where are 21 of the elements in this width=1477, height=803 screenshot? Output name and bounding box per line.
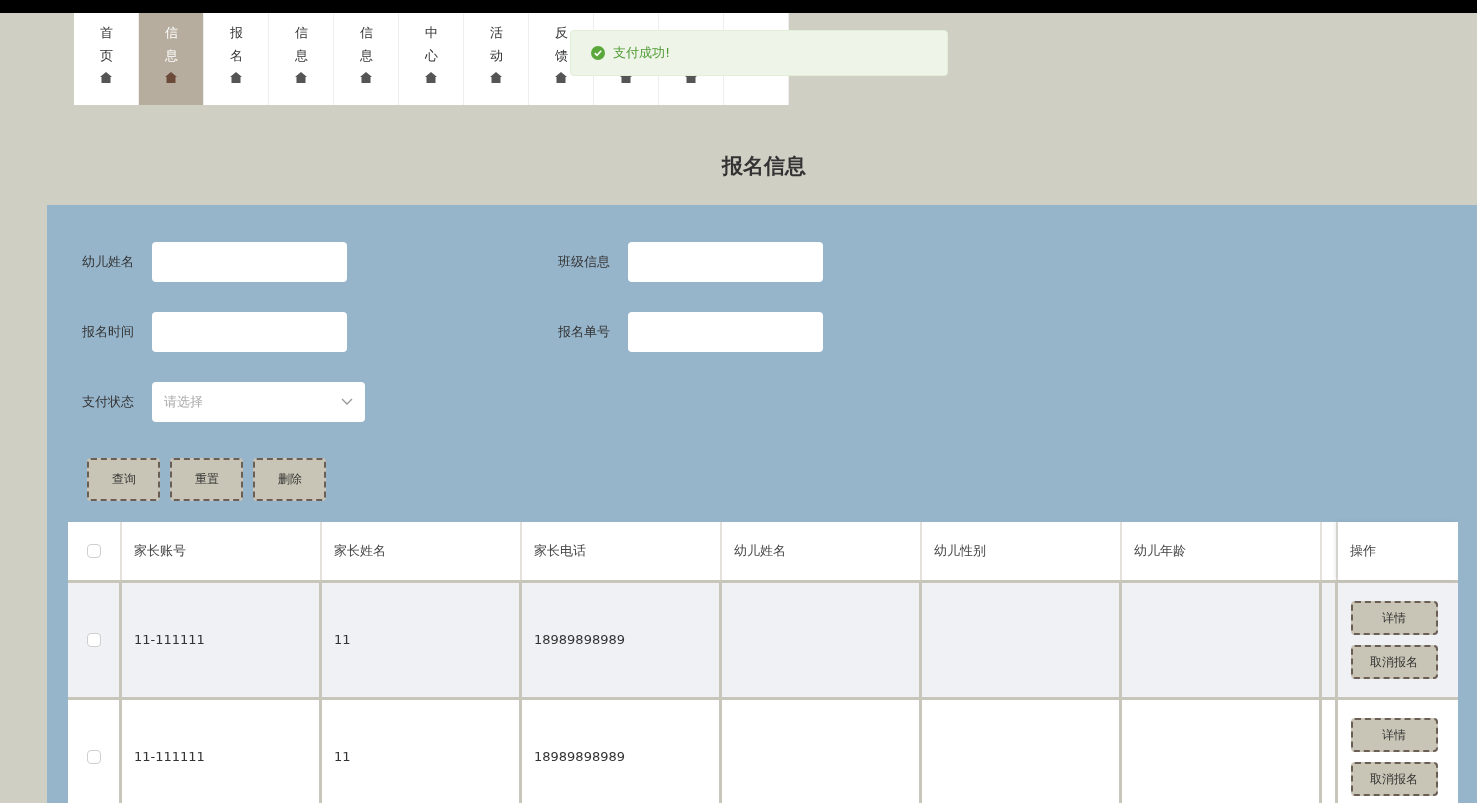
table-cell-text: 11-111111	[134, 747, 205, 766]
column-header: 幼儿性别	[922, 521, 1122, 580]
toast-message: 支付成功!	[613, 44, 671, 63]
column-header: 操作	[1338, 521, 1458, 580]
select-placeholder: 请选择	[164, 392, 203, 411]
table-cell-text: 11	[334, 747, 351, 766]
filter-label: 班级信息	[558, 252, 611, 271]
table-cell-text: 18989898989	[534, 747, 625, 766]
column-header: 幼儿年龄	[1122, 521, 1322, 580]
column-header: 家长账号	[122, 521, 322, 580]
filter-label: 幼儿姓名	[82, 252, 135, 271]
column-header: 幼儿姓名	[722, 521, 922, 580]
filter-label: 报名单号	[558, 322, 611, 341]
page-title: 报名信息	[721, 153, 806, 180]
column-header: 家长姓名	[322, 521, 522, 580]
column-header: 家长电话	[522, 521, 722, 580]
table-cell-text: 11	[334, 630, 351, 649]
table-cell-text: 18989898989	[534, 630, 625, 649]
filter-label: 支付状态	[82, 392, 135, 411]
table-cell-text: 11-111111	[134, 630, 205, 649]
filter-label: 报名时间	[82, 322, 135, 341]
